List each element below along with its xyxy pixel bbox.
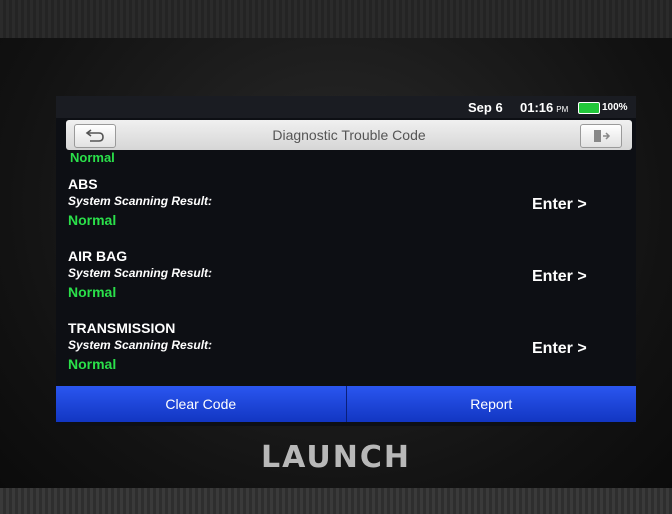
system-name: AIR BAG — [68, 248, 128, 264]
battery-icon — [578, 102, 600, 114]
system-list: Normal ABS System Scanning Result: Norma… — [56, 150, 636, 386]
brand-logo: LAUNCH — [260, 440, 411, 475]
title-bar: Diagnostic Trouble Code — [66, 120, 632, 150]
status-time: 01:16 PM — [520, 100, 568, 115]
status-date: Sep 6 — [468, 100, 503, 115]
list-item: AIR BAG System Scanning Result: Normal E… — [56, 248, 636, 318]
status-bar: Sep 6 01:16 PM 100% — [56, 96, 636, 118]
system-name: TRANSMISSION — [68, 320, 176, 336]
device-frame: Sep 6 01:16 PM 100% Diagnostic Trouble Co… — [0, 0, 672, 514]
partial-row-status: Normal — [70, 150, 115, 165]
bottom-action-bar: Clear Code Report — [56, 386, 636, 422]
system-status: Normal — [68, 284, 117, 300]
system-name: ABS — [68, 176, 98, 192]
battery-percent: 100% — [602, 102, 628, 113]
system-scan-label: System Scanning Result: — [68, 194, 213, 208]
enter-button-airbag[interactable]: Enter > — [532, 268, 587, 286]
system-scan-label: System Scanning Result: — [68, 266, 213, 280]
device-top-edge — [0, 0, 672, 38]
status-time-value: 01:16 — [520, 100, 554, 115]
system-status: Normal — [68, 356, 117, 372]
device-bottom-edge — [0, 488, 672, 514]
screen: Sep 6 01:16 PM 100% Diagnostic Trouble Co… — [56, 96, 636, 426]
page-title: Diagnostic Trouble Code — [272, 127, 426, 143]
report-button[interactable]: Report — [345, 386, 636, 422]
clear-code-button[interactable]: Clear Code — [56, 386, 346, 422]
system-status: Normal — [68, 212, 117, 228]
exit-icon — [594, 130, 611, 142]
enter-button-transmission[interactable]: Enter > — [532, 340, 587, 358]
enter-button-abs[interactable]: Enter > — [532, 196, 587, 214]
system-scan-label: System Scanning Result: — [68, 338, 213, 352]
status-ampm: PM — [556, 105, 569, 114]
list-item: ABS System Scanning Result: Normal Enter… — [56, 176, 636, 246]
exit-button[interactable] — [580, 124, 622, 148]
list-item: TRANSMISSION System Scanning Result: Nor… — [56, 320, 636, 390]
